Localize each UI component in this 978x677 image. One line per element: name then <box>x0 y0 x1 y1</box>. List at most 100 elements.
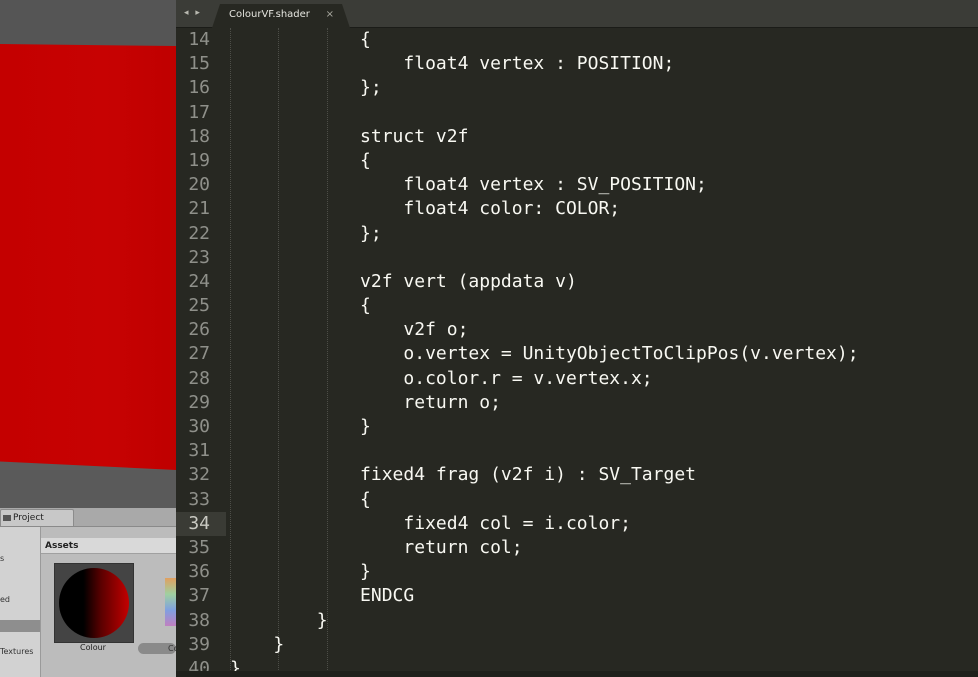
line-number: 16 <box>188 77 210 99</box>
code-line[interactable]: 37 ENDCG <box>176 584 978 608</box>
line-text[interactable]: v2f vert (appdata v) <box>230 270 577 294</box>
code-line[interactable]: 18 struct v2f <box>176 125 978 149</box>
editor-tabbar: ◂ ▸ ColourVF.shader × <box>176 0 978 28</box>
project-tab-label: Project <box>13 513 44 523</box>
line-text[interactable]: o.color.r = v.vertex.x; <box>230 367 652 391</box>
tab-nav-arrows-icon[interactable]: ◂ ▸ <box>184 8 202 18</box>
code-line[interactable]: 14 { <box>176 28 978 52</box>
project-tab[interactable]: Project <box>0 509 74 526</box>
code-line[interactable]: 25 { <box>176 294 978 318</box>
line-text[interactable]: o.vertex = UnityObjectToClipPos(v.vertex… <box>230 342 858 366</box>
line-text[interactable]: } <box>230 633 284 657</box>
line-text[interactable]: v2f o; <box>230 318 468 342</box>
line-number: 31 <box>188 440 210 462</box>
tree-item-textures[interactable]: Textures <box>0 647 33 656</box>
line-text[interactable]: float4 color: COLOR; <box>230 197 620 221</box>
line-text[interactable]: return col; <box>230 536 522 560</box>
code-line[interactable]: 36 } <box>176 560 978 584</box>
code-line[interactable]: 39 } <box>176 633 978 657</box>
line-number: 34 <box>188 512 210 534</box>
line-number: 21 <box>188 198 210 220</box>
line-number: 35 <box>188 536 210 558</box>
tree-selection-bar[interactable] <box>0 620 40 632</box>
code-line[interactable]: 23 <box>176 246 978 270</box>
close-icon[interactable]: × <box>326 9 334 20</box>
line-number: 19 <box>188 149 210 171</box>
line-text[interactable]: fixed4 frag (v2f i) : SV_Target <box>230 463 696 487</box>
line-text[interactable]: { <box>230 488 371 512</box>
line-text[interactable]: float4 vertex : POSITION; <box>230 52 674 76</box>
asset-label-partial: Co <box>138 643 176 654</box>
line-number: 15 <box>188 53 210 75</box>
line-number: 14 <box>188 29 210 50</box>
code-line[interactable]: 20 float4 vertex : SV_POSITION; <box>176 173 978 197</box>
line-text[interactable]: struct v2f <box>230 125 468 149</box>
code-line[interactable]: 21 float4 color: COLOR; <box>176 197 978 221</box>
folder-icon <box>3 515 11 521</box>
line-number: 18 <box>188 125 210 147</box>
line-text[interactable]: { <box>230 294 371 318</box>
code-line[interactable]: 24 v2f vert (appdata v) <box>176 270 978 294</box>
line-text[interactable]: fixed4 col = i.color; <box>230 512 631 536</box>
line-text[interactable]: } <box>230 609 328 633</box>
line-text[interactable]: return o; <box>230 391 501 415</box>
file-tab-label: ColourVF.shader <box>229 9 310 20</box>
code-line[interactable]: 34 fixed4 col = i.color; <box>176 511 978 536</box>
code-line[interactable]: 26 v2f o; <box>176 318 978 342</box>
material-preview-sphere <box>59 568 129 638</box>
code-line[interactable]: 17 <box>176 101 978 125</box>
line-text[interactable]: { <box>230 28 371 52</box>
line-text[interactable]: float4 vertex : SV_POSITION; <box>230 173 706 197</box>
line-number: 24 <box>188 270 210 292</box>
line-text[interactable]: ENDCG <box>230 584 414 608</box>
texture-thumbnail[interactable] <box>165 578 176 626</box>
file-tab[interactable]: ColourVF.shader × <box>212 4 350 28</box>
code-line[interactable]: 29 return o; <box>176 391 978 415</box>
scene-view-toolbar <box>0 0 176 46</box>
line-number: 17 <box>188 101 210 123</box>
line-number: 38 <box>188 609 210 631</box>
tree-item[interactable]: s <box>0 554 4 563</box>
code-line[interactable]: 30 } <box>176 415 978 439</box>
assets-header: Assets <box>41 538 176 554</box>
line-text[interactable]: { <box>230 149 371 173</box>
code-line[interactable]: 31 <box>176 439 978 463</box>
material-thumbnail[interactable] <box>54 563 134 643</box>
asset-label-clipped: Co <box>168 644 176 653</box>
line-number: 28 <box>188 367 210 389</box>
line-number: 23 <box>188 246 210 268</box>
line-text[interactable]: } <box>230 415 371 439</box>
line-number: 32 <box>188 464 210 486</box>
code-line[interactable]: 35 return col; <box>176 536 978 560</box>
code-line[interactable]: 32 fixed4 frag (v2f i) : SV_Target <box>176 463 978 487</box>
code-line[interactable]: 22 }; <box>176 222 978 246</box>
project-folder-tree: s ed Textures <box>0 527 41 677</box>
code-line[interactable]: 28 o.color.r = v.vertex.x; <box>176 367 978 391</box>
line-number: 30 <box>188 416 210 437</box>
project-tabbar: Project <box>0 508 176 527</box>
code-editor-window: ◂ ▸ ColourVF.shader × 14 {15 float4 vert… <box>176 0 978 677</box>
line-text[interactable]: } <box>230 560 371 584</box>
line-number: 37 <box>188 585 210 607</box>
scene-red-quad[interactable] <box>0 44 176 470</box>
tree-item[interactable]: ed <box>0 595 10 604</box>
code-line[interactable]: 15 float4 vertex : POSITION; <box>176 52 978 76</box>
code-line[interactable]: 19 { <box>176 149 978 173</box>
project-assets-panel: Assets Colour Co <box>41 527 176 677</box>
line-text[interactable]: }; <box>230 76 382 100</box>
asset-label: Colour <box>80 643 106 652</box>
code-line[interactable]: 38 } <box>176 609 978 633</box>
scene-view-floor <box>0 470 176 508</box>
code-area[interactable]: 14 {15 float4 vertex : POSITION; 16 }; 17 1… <box>176 28 978 677</box>
code-line[interactable]: 33 { <box>176 488 978 512</box>
unity-editor-background: Project s ed Textures Assets Colour Co <box>0 0 176 677</box>
code-line[interactable]: 27 o.vertex = UnityObjectToClipPos(v.ver… <box>176 342 978 366</box>
editor-bottom-edge <box>176 671 978 677</box>
code-line[interactable]: 16 }; <box>176 76 978 100</box>
line-number: 22 <box>188 222 210 244</box>
line-number: 33 <box>188 488 210 510</box>
line-number: 29 <box>188 391 210 413</box>
line-text[interactable]: }; <box>230 222 382 246</box>
line-number: 39 <box>188 633 210 655</box>
line-number: 27 <box>188 343 210 365</box>
